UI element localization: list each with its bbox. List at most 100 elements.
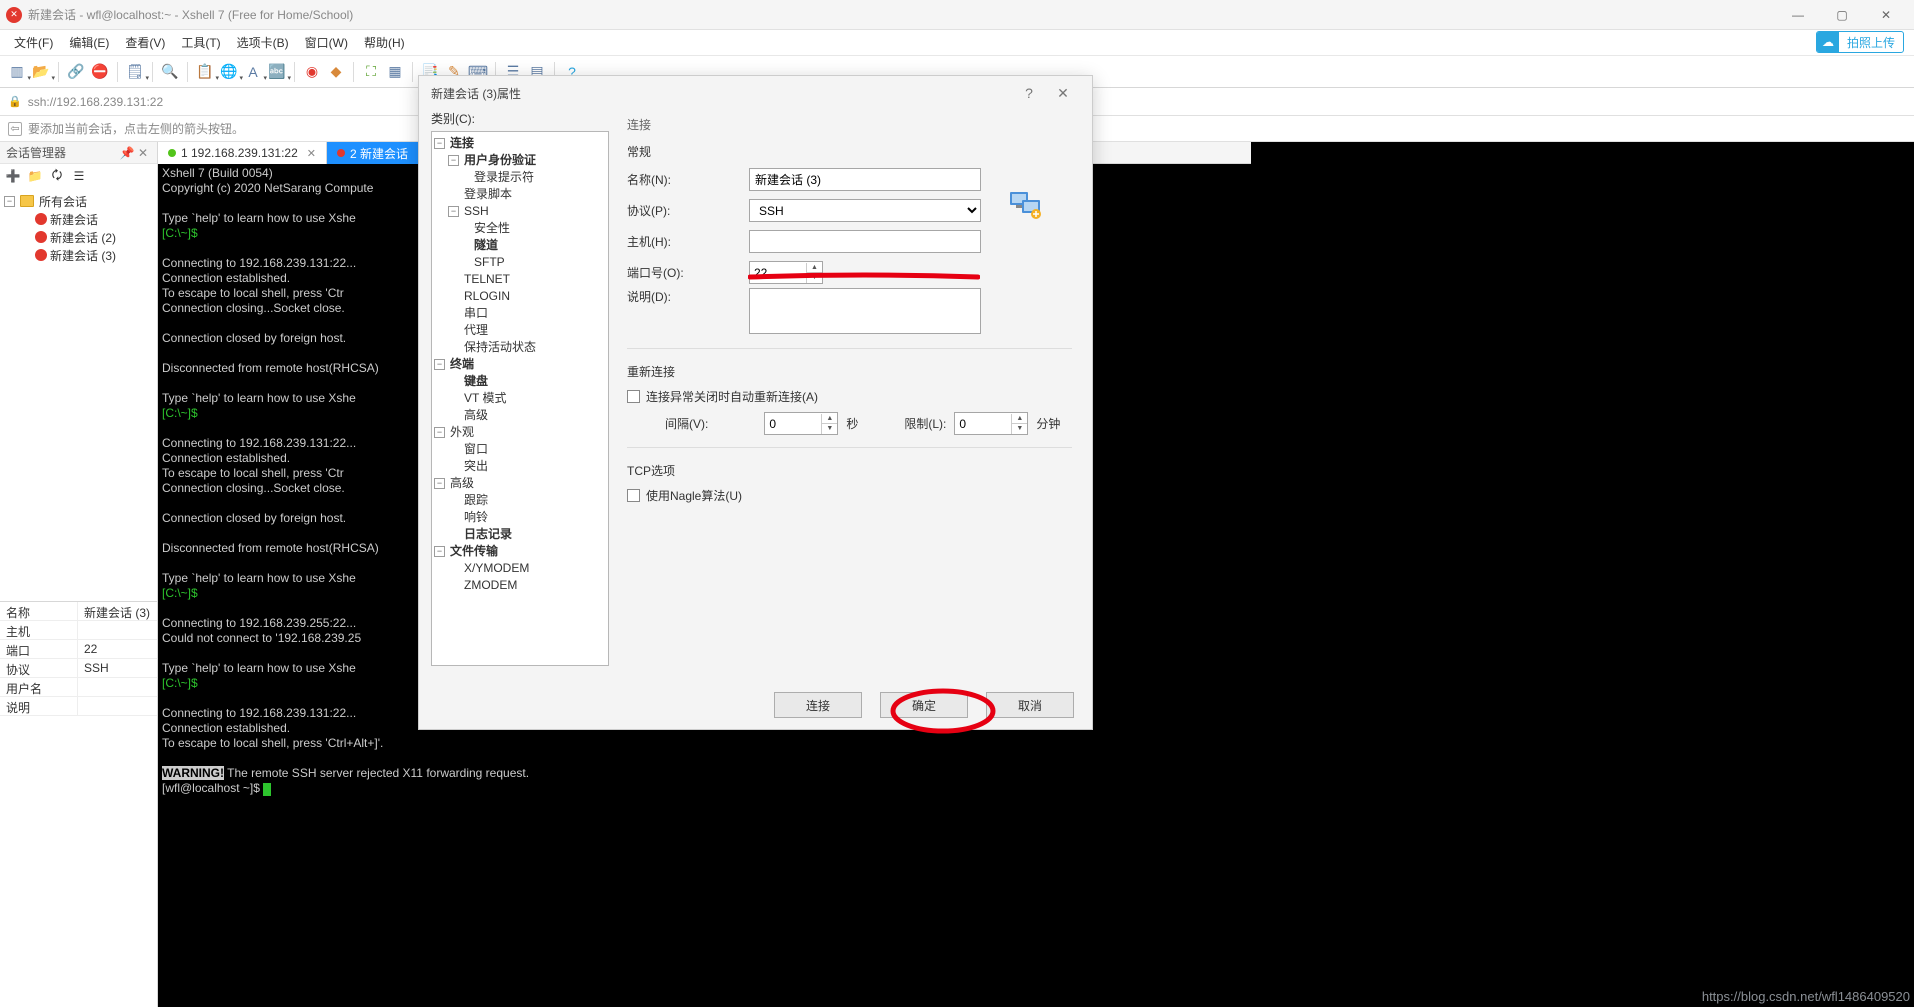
cat-zmodem[interactable]: ZMODEM [462, 577, 517, 594]
minimize-button[interactable]: — [1776, 1, 1820, 29]
cat-ssh[interactable]: SSH [462, 203, 489, 220]
desc-textarea[interactable] [749, 288, 981, 334]
add-session-icon[interactable]: ⇦ [8, 122, 22, 136]
cat-vtmode[interactable]: VT 模式 [462, 390, 506, 407]
open-icon[interactable]: 📂▾ [30, 61, 52, 83]
dialog-close-icon[interactable]: ✕ [1046, 85, 1080, 102]
category-tree[interactable]: −连接 −用户身份验证 登录提示符 登录脚本 −SSH 安全性 隧道 SFTP … [431, 131, 609, 666]
upload-button[interactable]: ☁ 拍照上传 [1816, 31, 1904, 53]
interval-input[interactable] [765, 413, 821, 434]
xftp-icon[interactable]: ◆ [325, 61, 347, 83]
globe-icon[interactable]: 🌐▾ [218, 61, 240, 83]
prop-host-key: 主机 [0, 621, 78, 639]
port-label: 端口号(O): [627, 264, 749, 281]
tree-root[interactable]: − 所有会话 [0, 192, 157, 210]
tree-session-2[interactable]: 新建会话 (2) [0, 228, 157, 246]
protocol-select[interactable]: SSH [749, 199, 981, 222]
cat-advanced[interactable]: 高级 [448, 475, 474, 492]
cat-sftp[interactable]: SFTP [472, 254, 505, 271]
menu-window[interactable]: 窗口(W) [297, 30, 356, 55]
auto-reconnect-checkbox[interactable]: 连接异常关闭时自动重新连接(A) [627, 384, 1072, 408]
maximize-button[interactable]: ▢ [1820, 1, 1864, 29]
cat-tunnel[interactable]: 隧道 [472, 237, 498, 254]
cat-highlight[interactable]: 突出 [462, 458, 488, 475]
protocol-label: 协议(P): [627, 202, 749, 219]
nagle-checkbox[interactable]: 使用Nagle算法(U) [627, 483, 1072, 507]
color-icon[interactable]: 🔤▾ [266, 61, 288, 83]
tab-close-icon[interactable]: ✕ [307, 147, 316, 160]
menu-edit[interactable]: 编辑(E) [61, 30, 117, 55]
cat-serial[interactable]: 串口 [462, 305, 488, 322]
interval-label: 间隔(V): [665, 415, 708, 432]
group-reconnect: 重新连接 [627, 357, 1072, 384]
tree-label: 新建会话 (2) [50, 229, 116, 246]
close-panel-icon[interactable]: ✕ [135, 146, 151, 160]
disconnect-icon[interactable]: ⛔ [89, 61, 111, 83]
tab-1[interactable]: 1 192.168.239.131:22✕ [158, 142, 327, 164]
tree-toggle-icon[interactable]: − [4, 196, 15, 207]
tree-session-1[interactable]: 新建会话 [0, 210, 157, 228]
cat-auth[interactable]: 用户身份验证 [462, 152, 536, 169]
cat-login-prompt[interactable]: 登录提示符 [472, 169, 534, 186]
folder-icon [20, 195, 34, 207]
cat-xymodem[interactable]: X/YMODEM [462, 560, 529, 577]
session-manager-title: 会话管理器 📌 ✕ [0, 142, 157, 164]
limit-input[interactable] [955, 413, 1011, 434]
interval-spin[interactable]: ▲▼ [764, 412, 838, 435]
menu-tools[interactable]: 工具(T) [173, 30, 228, 55]
tab-2[interactable]: 2 新建会话 [327, 142, 419, 164]
profile-icon[interactable]: 🗒▾ [124, 61, 146, 83]
menu-view[interactable]: 查看(V) [117, 30, 173, 55]
cat-terminal[interactable]: 终端 [448, 356, 474, 373]
pin-icon[interactable]: 📌 [119, 146, 135, 160]
cat-advanced-terminal[interactable]: 高级 [462, 407, 488, 424]
prop-user-key: 用户名 [0, 678, 78, 696]
cat-security[interactable]: 安全性 [472, 220, 510, 237]
cat-keyboard[interactable]: 键盘 [462, 373, 488, 390]
new-session-icon[interactable]: ▥▾ [6, 61, 28, 83]
cat-logging[interactable]: 日志记录 [462, 526, 512, 543]
fullscreen-icon[interactable]: ⛶ [360, 61, 382, 83]
limit-spin[interactable]: ▲▼ [954, 412, 1028, 435]
cancel-button[interactable]: 取消 [986, 692, 1074, 718]
session-folder-icon[interactable]: 📁 [26, 167, 44, 185]
session-tree: − 所有会话 新建会话 新建会话 (2) 新建会话 (3) [0, 188, 157, 601]
address-url[interactable]: ssh://192.168.239.131:22 [28, 95, 163, 109]
cat-bell[interactable]: 响铃 [462, 509, 488, 526]
watermark: https://blog.csdn.net/wfl1486409520 [1702, 989, 1910, 1004]
form-heading: 连接 [627, 112, 1072, 137]
name-input[interactable] [749, 168, 981, 191]
search-icon[interactable]: 🔍 [159, 61, 181, 83]
copy-icon[interactable]: 📋▾ [194, 61, 216, 83]
font-icon[interactable]: A▾ [242, 61, 264, 83]
cat-appearance[interactable]: 外观 [448, 424, 474, 441]
cat-rlogin[interactable]: RLOGIN [462, 288, 510, 305]
group-tcp: TCP选项 [627, 456, 1072, 483]
xagent-icon[interactable]: ◉ [301, 61, 323, 83]
cat-connection[interactable]: 连接 [448, 135, 474, 152]
cat-login-script[interactable]: 登录脚本 [462, 186, 512, 203]
session-new-icon[interactable]: ➕ [4, 167, 22, 185]
menu-tabs[interactable]: 选项卡(B) [229, 30, 297, 55]
cat-telnet[interactable]: TELNET [462, 271, 510, 288]
connect-button[interactable]: 连接 [774, 692, 862, 718]
menu-file[interactable]: 文件(F) [6, 30, 61, 55]
session-refresh-icon[interactable]: 🗘 [48, 167, 66, 185]
window-titlebar: ✕ 新建会话 - wfl@localhost:~ - Xshell 7 (Fre… [0, 0, 1914, 30]
group-general: 常规 [627, 137, 1072, 164]
cat-filetransfer[interactable]: 文件传输 [448, 543, 498, 560]
transparent-icon[interactable]: ▦ [384, 61, 406, 83]
host-input[interactable] [749, 230, 981, 253]
host-label: 主机(H): [627, 233, 749, 250]
cat-window[interactable]: 窗口 [462, 441, 488, 458]
close-button[interactable]: ✕ [1864, 1, 1908, 29]
reconnect-icon[interactable]: 🔗 [65, 61, 87, 83]
session-view-icon[interactable]: ☰ [70, 167, 88, 185]
menu-help[interactable]: 帮助(H) [356, 30, 413, 55]
dialog-help-icon[interactable]: ? [1012, 85, 1046, 101]
prop-name-key: 名称 [0, 602, 78, 620]
cat-keepalive[interactable]: 保持活动状态 [462, 339, 536, 356]
tree-session-3[interactable]: 新建会话 (3) [0, 246, 157, 264]
cat-trace[interactable]: 跟踪 [462, 492, 488, 509]
cat-proxy[interactable]: 代理 [462, 322, 488, 339]
